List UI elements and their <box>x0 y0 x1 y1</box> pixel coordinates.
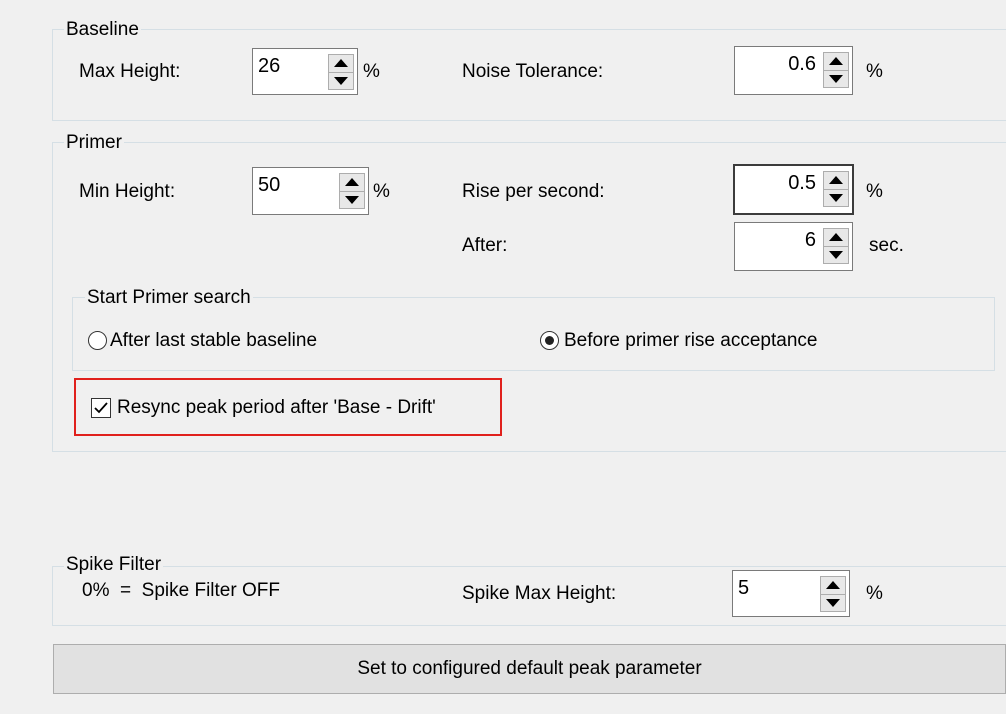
min-height-up-button[interactable] <box>339 173 365 192</box>
baseline-group-title: Baseline <box>64 19 141 41</box>
primer-group-title: Primer <box>64 132 124 154</box>
radio-after-last-stable-baseline[interactable] <box>88 331 107 350</box>
radio-before-label[interactable]: Before primer rise acceptance <box>564 329 817 353</box>
noise-tolerance-spinbox[interactable]: 0.6 <box>734 46 853 95</box>
min-height-label: Min Height: <box>79 181 176 202</box>
after-down-button[interactable] <box>823 246 849 264</box>
rise-per-second-unit: % <box>866 181 883 202</box>
arrow-up-icon <box>345 178 359 187</box>
after-spinbox[interactable]: 6 <box>734 222 853 271</box>
arrow-up-icon <box>334 59 348 68</box>
spike-max-height-up-button[interactable] <box>820 576 846 595</box>
min-height-value[interactable]: 50 <box>258 173 280 197</box>
max-height-down-button[interactable] <box>328 72 354 90</box>
arrow-up-icon <box>829 176 843 185</box>
radio-after-label[interactable]: After last stable baseline <box>110 329 317 353</box>
after-value[interactable]: 6 <box>805 228 816 252</box>
spike-max-height-value[interactable]: 5 <box>738 576 749 600</box>
after-label: After: <box>462 235 508 256</box>
radio-selected-dot <box>545 336 554 345</box>
arrow-up-icon <box>826 581 840 590</box>
max-height-unit: % <box>363 61 380 82</box>
min-height-unit: % <box>373 181 390 202</box>
set-default-peak-parameter-button[interactable]: Set to configured default peak parameter <box>53 644 1006 694</box>
checkmark-icon <box>94 402 108 414</box>
arrow-down-icon <box>826 598 840 607</box>
min-height-spinbox[interactable]: 50 <box>252 167 369 215</box>
radio-before-primer-rise-acceptance[interactable] <box>540 331 559 350</box>
arrow-up-icon <box>829 57 843 66</box>
resync-checkbox[interactable] <box>91 398 111 418</box>
arrow-down-icon <box>829 250 843 259</box>
after-unit: sec. <box>869 235 904 256</box>
arrow-up-icon <box>829 233 843 242</box>
max-height-value[interactable]: 26 <box>258 54 280 78</box>
noise-tolerance-unit: % <box>866 61 883 82</box>
resync-label[interactable]: Resync peak period after 'Base - Drift' <box>117 396 436 420</box>
noise-tolerance-up-button[interactable] <box>823 52 849 71</box>
max-height-up-button[interactable] <box>328 54 354 73</box>
arrow-down-icon <box>829 193 843 202</box>
min-height-down-button[interactable] <box>339 191 365 209</box>
after-up-button[interactable] <box>823 228 849 247</box>
spike-max-height-spinbox[interactable]: 5 <box>732 570 850 617</box>
spike-max-height-label: Spike Max Height: <box>462 583 617 604</box>
rise-per-second-up-button[interactable] <box>823 171 849 190</box>
arrow-down-icon <box>345 195 359 204</box>
max-height-label: Max Height: <box>79 61 181 82</box>
max-height-spinbox[interactable]: 26 <box>252 48 358 95</box>
noise-tolerance-value[interactable]: 0.6 <box>788 52 816 76</box>
noise-tolerance-down-button[interactable] <box>823 70 849 88</box>
start-primer-search-title: Start Primer search <box>85 287 253 309</box>
noise-tolerance-label: Noise Tolerance: <box>462 61 604 82</box>
arrow-down-icon <box>829 74 843 83</box>
rise-per-second-down-button[interactable] <box>823 189 849 207</box>
spike-filter-note: 0% = Spike Filter OFF <box>82 580 280 601</box>
rise-per-second-label: Rise per second: <box>462 181 605 202</box>
spike-max-height-down-button[interactable] <box>820 594 846 612</box>
rise-per-second-spinbox[interactable]: 0.5 <box>733 164 854 215</box>
rise-per-second-value[interactable]: 0.5 <box>788 171 816 195</box>
spike-max-height-unit: % <box>866 583 883 604</box>
arrow-down-icon <box>334 76 348 85</box>
spike-filter-title: Spike Filter <box>64 554 164 576</box>
